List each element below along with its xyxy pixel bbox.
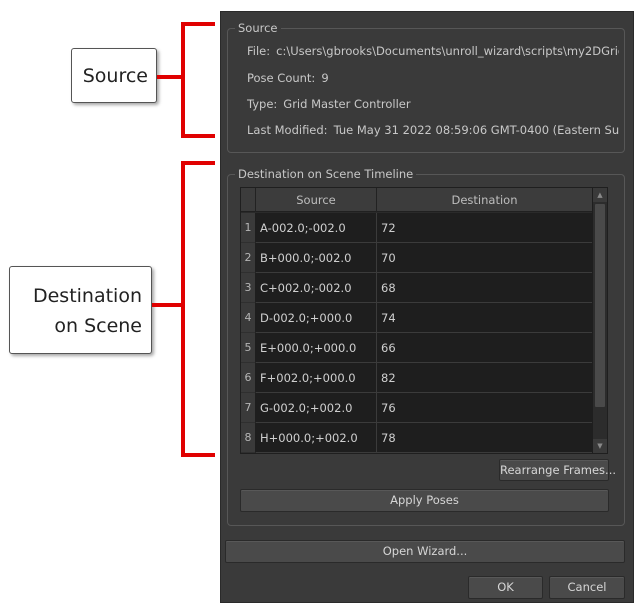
source-cell[interactable]: D-002.0;+000.0 <box>256 303 377 333</box>
destination-group-title: Destination on Scene Timeline <box>235 167 417 181</box>
type-value: Grid Master Controller <box>283 97 411 111</box>
file-label: File: <box>247 44 271 58</box>
column-header-destination[interactable]: Destination <box>377 188 593 212</box>
source-group-title: Source <box>235 21 281 35</box>
apply-poses-button[interactable]: Apply Poses <box>240 489 609 512</box>
table-row[interactable]: 6 F+002.0;+000.0 82 <box>241 363 593 393</box>
table-row[interactable]: 1 A-002.0;-002.0 72 <box>241 213 593 243</box>
source-cell[interactable]: F+002.0;+000.0 <box>256 363 377 393</box>
destination-callout-line1: Destination <box>32 285 142 307</box>
row-number: 2 <box>241 243 256 273</box>
rearrange-frames-button[interactable]: Rearrange Frames... <box>499 459 616 481</box>
scroll-up-icon[interactable]: ▲ <box>593 188 607 202</box>
destination-cell[interactable]: 66 <box>377 333 593 363</box>
table-row[interactable]: 7 G-002.0;+002.0 76 <box>241 393 593 423</box>
source-cell[interactable]: H+000.0;+002.0 <box>256 423 377 453</box>
import-poses-dialog: Source File: c:\Users\gbrooks\Documents\u… <box>220 11 634 603</box>
source-group: Source File: c:\Users\gbrooks\Documents\u… <box>227 21 625 153</box>
type-label: Type: <box>247 97 278 111</box>
destination-cell[interactable]: 78 <box>377 423 593 453</box>
table-scrollbar[interactable]: ▲ ▼ <box>592 188 607 453</box>
column-header-source[interactable]: Source <box>256 188 377 212</box>
source-cell[interactable]: G-002.0;+002.0 <box>256 393 377 423</box>
source-callout-text: Source <box>82 65 148 87</box>
destination-callout-line2: on Scene <box>54 315 142 337</box>
destination-table[interactable]: Source Destination 1 A-002.0;-002.0 72 2… <box>240 187 608 454</box>
open-wizard-button[interactable]: Open Wizard... <box>225 540 625 563</box>
table-row[interactable]: 4 D-002.0;+000.0 74 <box>241 303 593 333</box>
destination-cell[interactable]: 76 <box>377 393 593 423</box>
destination-cell[interactable]: 72 <box>377 213 593 243</box>
row-number: 3 <box>241 273 256 303</box>
table-row[interactable]: 3 C+002.0;-002.0 68 <box>241 273 593 303</box>
pose-count-row: Pose Count: 9 <box>247 71 619 85</box>
header-corner <box>241 188 256 212</box>
table-row[interactable]: 5 E+000.0;+000.0 66 <box>241 333 593 363</box>
source-cell[interactable]: A-002.0;-002.0 <box>256 213 377 243</box>
row-number: 4 <box>241 303 256 333</box>
table-header: Source Destination <box>241 188 593 212</box>
cancel-button[interactable]: Cancel <box>549 576 625 599</box>
last-modified-label: Last Modified: <box>247 123 328 137</box>
ok-button[interactable]: OK <box>468 576 543 599</box>
table-row[interactable]: 2 B+000.0;-002.0 70 <box>241 243 593 273</box>
destination-cell[interactable]: 68 <box>377 273 593 303</box>
row-number: 5 <box>241 333 256 363</box>
row-number: 1 <box>241 213 256 243</box>
row-number: 6 <box>241 363 256 393</box>
scrollbar-thumb[interactable] <box>595 204 605 407</box>
destination-callout: Destination on Scene <box>9 266 152 354</box>
type-row: Type: Grid Master Controller <box>247 97 619 111</box>
source-cell[interactable]: B+000.0;-002.0 <box>256 243 377 273</box>
row-number: 7 <box>241 393 256 423</box>
source-cell[interactable]: E+000.0;+000.0 <box>256 333 377 363</box>
last-modified-value: Tue May 31 2022 08:59:06 GMT-0400 (Easte… <box>333 123 619 137</box>
row-number: 8 <box>241 423 256 453</box>
scroll-down-icon[interactable]: ▼ <box>593 439 607 453</box>
file-value: c:\Users\gbrooks\Documents\unroll_wizard… <box>276 44 619 58</box>
destination-cell[interactable]: 82 <box>377 363 593 393</box>
pose-count-value: 9 <box>321 71 329 85</box>
destination-cell[interactable]: 70 <box>377 243 593 273</box>
destination-cell[interactable]: 74 <box>377 303 593 333</box>
file-row: File: c:\Users\gbrooks\Documents\unroll_w… <box>247 44 619 58</box>
table-row[interactable]: 8 H+000.0;+002.0 78 <box>241 423 593 453</box>
pose-count-label: Pose Count: <box>247 71 316 85</box>
last-modified-row: Last Modified: Tue May 31 2022 08:59:06 G… <box>247 123 619 137</box>
source-cell[interactable]: C+002.0;-002.0 <box>256 273 377 303</box>
source-callout: Source <box>71 48 157 103</box>
